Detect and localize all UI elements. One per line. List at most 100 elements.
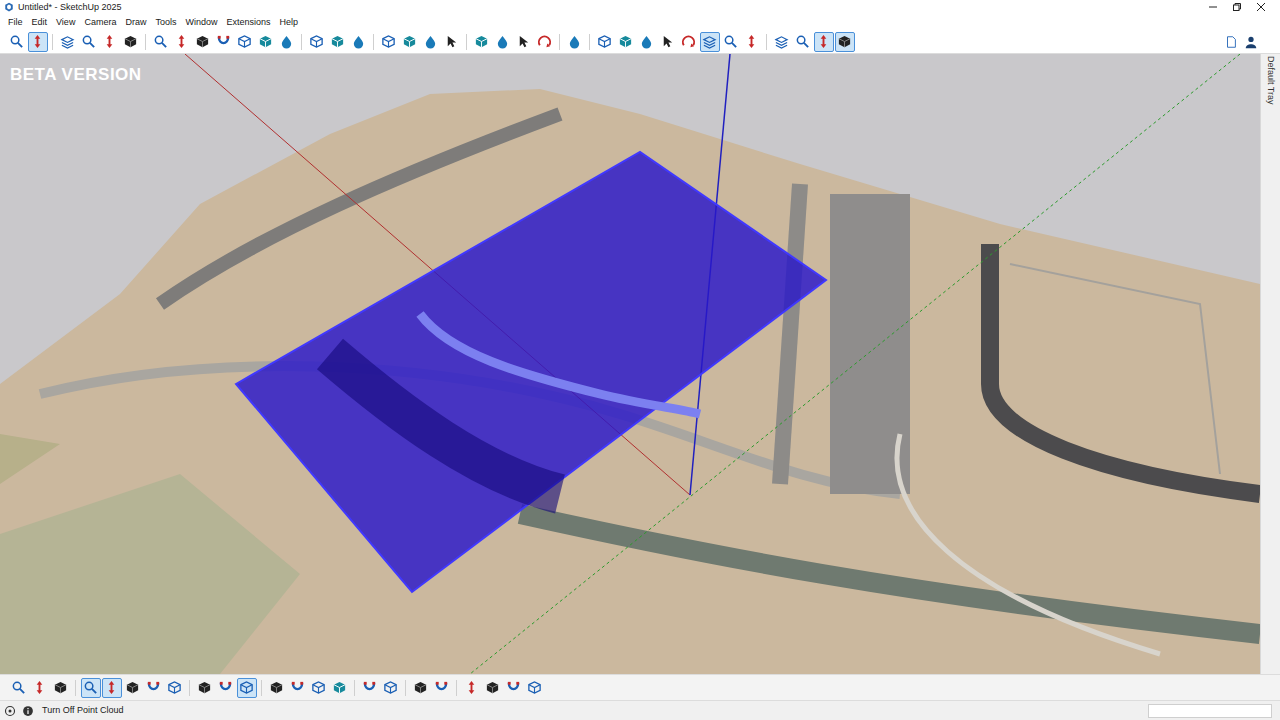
tool-button[interactable]: [144, 678, 164, 698]
tool-button[interactable]: [100, 32, 120, 52]
tool-icon: [434, 680, 449, 695]
tool-button[interactable]: [658, 32, 678, 52]
menu-item[interactable]: Extensions: [222, 14, 274, 30]
account-icon[interactable]: [1244, 35, 1258, 49]
tool-button[interactable]: [400, 32, 420, 52]
status-bar: Turn Off Point Cloud: [0, 700, 1280, 720]
tool-button[interactable]: [483, 678, 503, 698]
tool-button[interactable]: [742, 32, 762, 52]
tool-button[interactable]: [432, 678, 452, 698]
tool-button[interactable]: [102, 678, 122, 698]
tool-button[interactable]: [309, 678, 329, 698]
menu-item[interactable]: Tools: [151, 14, 180, 30]
close-icon[interactable]: [1256, 2, 1266, 12]
tool-icon: [195, 34, 210, 49]
tool-icon: [639, 34, 654, 49]
geolocation-icon[interactable]: [4, 705, 16, 717]
tool-icon: [239, 680, 254, 695]
tool-button[interactable]: [472, 32, 492, 52]
tool-button[interactable]: [514, 32, 534, 52]
tool-button[interactable]: [442, 32, 462, 52]
minimize-icon[interactable]: [1208, 2, 1218, 12]
info-icon[interactable]: [22, 705, 34, 717]
tool-button[interactable]: [123, 678, 143, 698]
beta-watermark: BETA VERSION: [10, 62, 142, 88]
tool-button[interactable]: [411, 678, 431, 698]
tool-button[interactable]: [195, 678, 215, 698]
tool-button[interactable]: [30, 678, 50, 698]
tool-button[interactable]: [28, 32, 48, 52]
tool-button[interactable]: [504, 678, 524, 698]
tool-button[interactable]: [9, 678, 29, 698]
tool-button[interactable]: [216, 678, 236, 698]
menu-item[interactable]: Edit: [28, 14, 52, 30]
tool-button[interactable]: [525, 678, 545, 698]
menu-item[interactable]: Draw: [121, 14, 150, 30]
tool-icon: [83, 680, 98, 695]
tool-button[interactable]: [349, 32, 369, 52]
tool-button[interactable]: [360, 678, 380, 698]
tool-icon: [383, 680, 398, 695]
tool-button[interactable]: [214, 32, 234, 52]
model-viewport[interactable]: BETA VERSION: [0, 54, 1260, 674]
title-bar: Untitled* - SketchUp 2025: [0, 0, 1280, 14]
tool-button[interactable]: [79, 32, 99, 52]
tool-button[interactable]: [81, 678, 101, 698]
measurements-box[interactable]: [1148, 704, 1272, 718]
toolbar-separator: [589, 34, 590, 50]
tool-button[interactable]: [172, 32, 192, 52]
menu-item[interactable]: Camera: [80, 14, 120, 30]
tool-button[interactable]: [381, 678, 401, 698]
tool-button[interactable]: [565, 32, 585, 52]
tool-button[interactable]: [51, 678, 71, 698]
new-document-icon[interactable]: [1224, 35, 1238, 49]
tool-button[interactable]: [700, 32, 720, 52]
tool-button[interactable]: [267, 678, 287, 698]
tool-button[interactable]: [535, 32, 555, 52]
tool-button[interactable]: [193, 32, 213, 52]
tool-button[interactable]: [637, 32, 657, 52]
tool-icon: [269, 680, 284, 695]
toolbar-separator: [261, 680, 262, 696]
tool-button[interactable]: [121, 32, 141, 52]
tool-button[interactable]: [595, 32, 615, 52]
menu-item[interactable]: View: [52, 14, 79, 30]
tool-button[interactable]: [237, 678, 257, 698]
tool-button[interactable]: [58, 32, 78, 52]
tool-button[interactable]: [679, 32, 699, 52]
tool-button[interactable]: [814, 32, 834, 52]
tool-button[interactable]: [835, 32, 855, 52]
tool-button[interactable]: [462, 678, 482, 698]
tool-button[interactable]: [421, 32, 441, 52]
tool-button[interactable]: [288, 678, 308, 698]
menu-item[interactable]: File: [4, 14, 27, 30]
tool-button[interactable]: [277, 32, 297, 52]
tool-button[interactable]: [256, 32, 276, 52]
tool-button[interactable]: [616, 32, 636, 52]
tool-button[interactable]: [235, 32, 255, 52]
tool-icon: [660, 34, 675, 49]
menu-item[interactable]: Help: [275, 14, 302, 30]
tool-button[interactable]: [493, 32, 513, 52]
tool-icon: [60, 34, 75, 49]
default-tray[interactable]: Default Tray: [1260, 54, 1280, 674]
tool-button[interactable]: [165, 678, 185, 698]
tool-button[interactable]: [772, 32, 792, 52]
tool-button[interactable]: [793, 32, 813, 52]
tool-icon: [413, 680, 428, 695]
tool-button[interactable]: [328, 32, 348, 52]
menu-bar: FileEditViewCameraDrawToolsWindowExtensi…: [0, 14, 1280, 30]
tool-button[interactable]: [151, 32, 171, 52]
tray-label[interactable]: Default Tray: [1264, 56, 1278, 105]
tool-icon: [702, 34, 717, 49]
tool-button[interactable]: [379, 32, 399, 52]
tool-button[interactable]: [307, 32, 327, 52]
tool-button[interactable]: [721, 32, 741, 52]
restore-icon[interactable]: [1232, 2, 1242, 12]
tool-icon: [774, 34, 789, 49]
tool-icon: [506, 680, 521, 695]
tool-button[interactable]: [330, 678, 350, 698]
menu-item[interactable]: Window: [181, 14, 221, 30]
tool-icon: [216, 34, 231, 49]
tool-button[interactable]: [7, 32, 27, 52]
